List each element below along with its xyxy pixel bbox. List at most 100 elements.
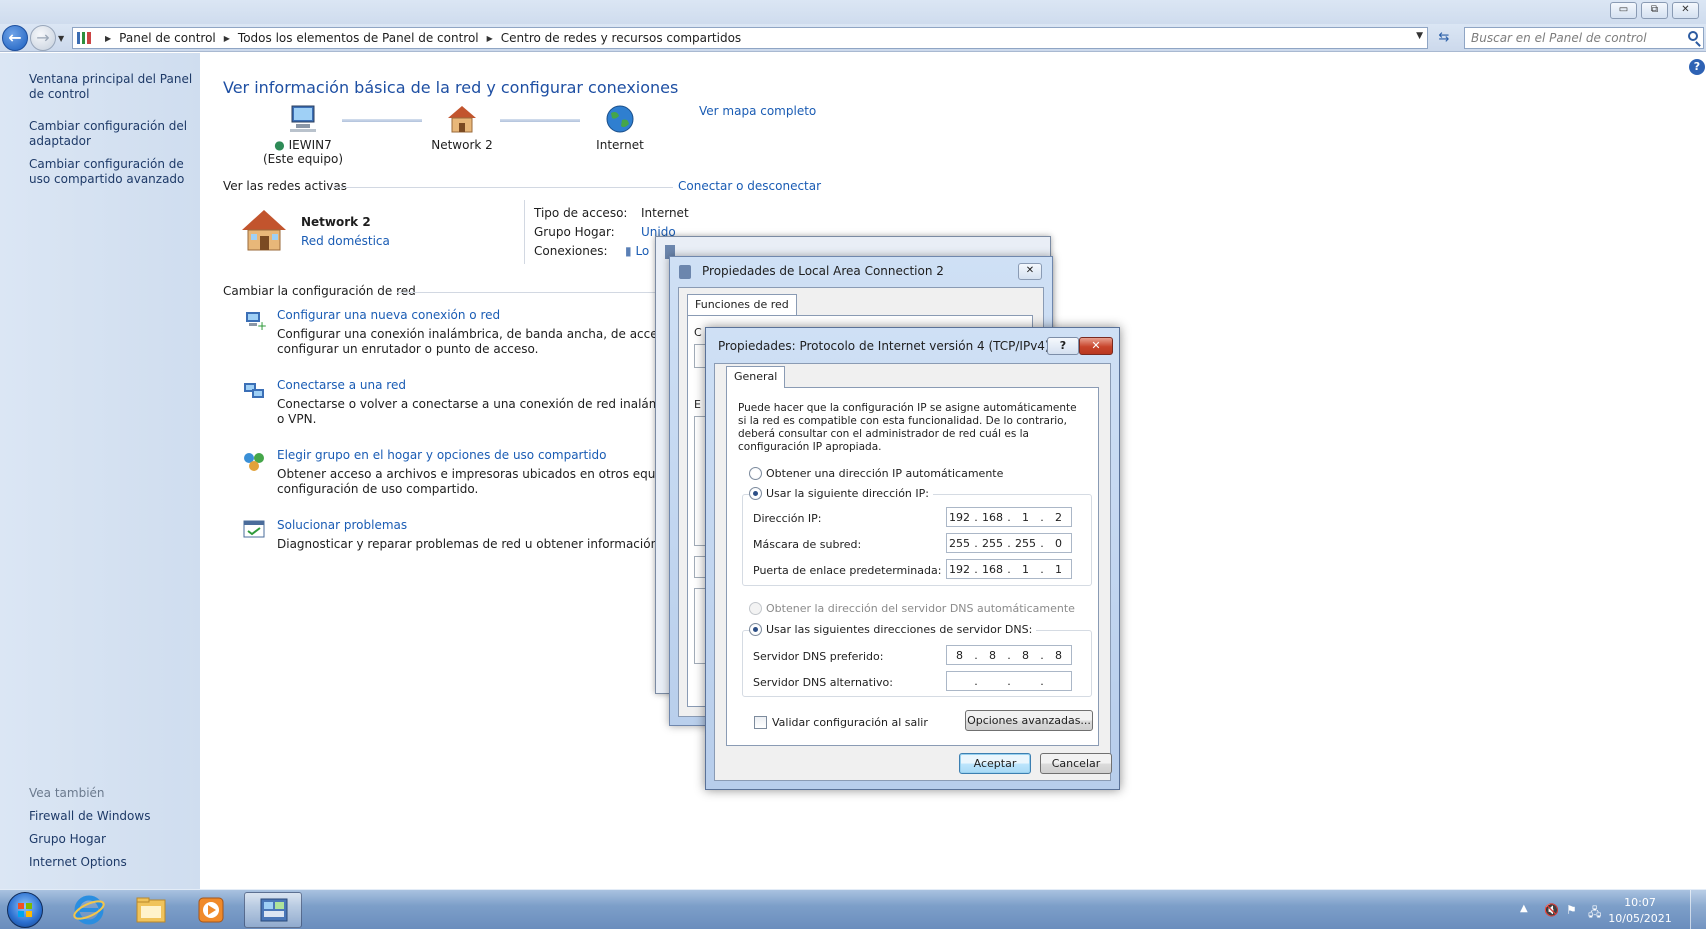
- dns-alternate-label: Servidor DNS alternativo:: [753, 676, 893, 689]
- recent-pages-icon[interactable]: ▼: [58, 34, 64, 43]
- breadcrumb-arrow-icon[interactable]: ▶: [224, 34, 230, 43]
- forward-button[interactable]: →: [30, 25, 56, 51]
- close-button[interactable]: ✕: [1672, 2, 1699, 19]
- ip-octet[interactable]: 1: [1013, 563, 1038, 576]
- task-troubleshoot-link[interactable]: Solucionar problemas: [277, 518, 712, 532]
- cancel-button[interactable]: Cancelar: [1040, 753, 1112, 774]
- media-player-icon: [198, 897, 224, 923]
- ip-octet[interactable]: 168: [980, 563, 1005, 576]
- validate-checkbox[interactable]: [754, 716, 767, 729]
- taskbar-media-player[interactable]: [182, 892, 240, 928]
- radio-button[interactable]: [749, 467, 762, 480]
- see-also-internet-options[interactable]: Internet Options: [29, 855, 127, 869]
- ip-octet[interactable]: 168: [980, 511, 1005, 524]
- gateway-field[interactable]: 192. 168. 1. 1: [946, 559, 1072, 579]
- left-link-adapter-settings[interactable]: Cambiar configuración del adaptador: [29, 119, 194, 149]
- ip-octet[interactable]: 8: [1046, 649, 1071, 662]
- volume-muted-icon[interactable]: 🔇: [1544, 903, 1559, 917]
- ipv4-close-button[interactable]: ✕: [1079, 337, 1113, 355]
- breadcrumb-control-panel[interactable]: Panel de control: [119, 31, 216, 45]
- ip-octet[interactable]: 192: [947, 563, 972, 576]
- task-new-connection-link[interactable]: Configurar una nueva conexión o red: [277, 308, 709, 322]
- radio-dns-manual[interactable]: Usar las siguientes direcciones de servi…: [749, 623, 1037, 636]
- ipv4-dialog-body: General Puede hacer que la configuración…: [714, 363, 1112, 781]
- radio-ip-auto-label: Obtener una dirección IP automáticamente: [766, 467, 1004, 480]
- address-bar[interactable]: ▶ Panel de control ▶ Todos los elementos…: [72, 27, 1428, 49]
- ok-button[interactable]: Aceptar: [959, 753, 1031, 774]
- tab-general[interactable]: General: [726, 366, 786, 388]
- start-button[interactable]: [7, 892, 43, 928]
- gateway-label: Puerta de enlace predeterminada:: [753, 564, 942, 577]
- ip-octet[interactable]: 255: [980, 537, 1005, 550]
- taskbar: ▲ 🔇 ⚑ 🖧 10:07 10/05/2021: [0, 889, 1706, 929]
- connection-properties-close-button[interactable]: ✕: [1018, 263, 1042, 280]
- task-homegroup-link[interactable]: Elegir grupo en el hogar y opciones de u…: [277, 448, 713, 462]
- radio-button-selected[interactable]: [749, 623, 762, 636]
- full-map-link[interactable]: Ver mapa completo: [699, 104, 816, 118]
- left-link-control-panel-home[interactable]: Ventana principal del Panel de control: [29, 72, 194, 102]
- map-node-computer[interactable]: ● IEWIN7 (Este equipo): [263, 104, 343, 166]
- ip-address-label: Dirección IP:: [753, 512, 822, 525]
- search-icon[interactable]: [1688, 31, 1698, 41]
- breadcrumb-network-center[interactable]: Centro de redes y recursos compartidos: [501, 31, 741, 45]
- ip-octet[interactable]: 2: [1046, 511, 1071, 524]
- show-desktop-button[interactable]: [1690, 890, 1706, 929]
- task-connect-network-link[interactable]: Conectarse a una red: [277, 378, 720, 392]
- task-connect-network: Conectarse a una red Conectarse o volver…: [277, 378, 720, 427]
- taskbar-explorer[interactable]: [122, 892, 180, 928]
- connection-link[interactable]: ▮ Lo: [625, 244, 649, 258]
- search-input[interactable]: Buscar en el Panel de control: [1464, 27, 1704, 49]
- advanced-button[interactable]: Opciones avanzadas...: [965, 710, 1093, 731]
- network-tray-icon[interactable]: 🖧: [1588, 903, 1601, 924]
- ip-octet[interactable]: 255: [1013, 537, 1038, 550]
- subnet-mask-field[interactable]: 255. 255. 255. 0: [946, 533, 1072, 553]
- ipv4-properties-dialog[interactable]: Propiedades: Protocolo de Internet versi…: [705, 327, 1120, 790]
- see-also-firewall[interactable]: Firewall de Windows: [29, 809, 150, 823]
- breadcrumb-arrow-icon[interactable]: ▶: [105, 34, 111, 43]
- see-also-homegroup[interactable]: Grupo Hogar: [29, 832, 106, 846]
- breadcrumb-all-items[interactable]: Todos los elementos de Panel de control: [238, 31, 479, 45]
- ip-octet[interactable]: 8: [1013, 649, 1038, 662]
- homegroup-label: Grupo Hogar:: [534, 225, 615, 239]
- action-center-icon[interactable]: ⚑: [1566, 903, 1577, 917]
- back-button[interactable]: ←: [2, 25, 28, 51]
- ipv4-help-button[interactable]: ?: [1047, 337, 1079, 355]
- ip-address-field[interactable]: 192. 168. 1. 2: [946, 507, 1072, 527]
- refresh-icon[interactable]: ⇆: [1432, 27, 1456, 49]
- left-link-advanced-sharing[interactable]: Cambiar configuración de uso compartido …: [29, 157, 194, 187]
- map-node-internet[interactable]: Internet: [580, 104, 660, 152]
- taskbar-control-panel[interactable]: [244, 892, 302, 928]
- ip-octet[interactable]: 0: [1046, 537, 1071, 550]
- ip-octet[interactable]: 255: [947, 537, 972, 550]
- dns-preferred-label: Servidor DNS preferido:: [753, 650, 884, 663]
- address-dropdown-icon[interactable]: ▼: [1416, 31, 1423, 41]
- breadcrumb-arrow-icon[interactable]: ▶: [487, 34, 493, 43]
- window-titlebar: ▭ ⧉ ✕: [0, 0, 1706, 24]
- help-icon[interactable]: ?: [1689, 59, 1705, 75]
- radio-dns-auto[interactable]: Obtener la dirección del servidor DNS au…: [749, 602, 1075, 615]
- radio-button-selected[interactable]: [749, 487, 762, 500]
- radio-button-disabled[interactable]: [749, 602, 762, 615]
- dns-alternate-field[interactable]: . . .: [946, 671, 1072, 691]
- section-divider: [333, 187, 673, 188]
- taskbar-clock[interactable]: 10:07 10/05/2021: [1605, 895, 1675, 927]
- restore-button[interactable]: ⧉: [1641, 2, 1668, 19]
- tab-networking[interactable]: Funciones de red: [687, 294, 797, 316]
- network-type-link[interactable]: Red doméstica: [301, 234, 390, 248]
- minimize-button[interactable]: ▭: [1610, 2, 1637, 19]
- taskbar-internet-explorer[interactable]: [60, 892, 118, 928]
- radio-ip-manual[interactable]: Usar la siguiente dirección IP:: [749, 487, 933, 500]
- map-node-network[interactable]: Network 2: [422, 104, 502, 152]
- radio-ip-auto[interactable]: Obtener una dirección IP automáticamente: [749, 467, 1003, 480]
- ip-octet[interactable]: 1: [1046, 563, 1071, 576]
- connect-disconnect-link[interactable]: Conectar o desconectar: [678, 179, 821, 193]
- radio-ip-manual-label: Usar la siguiente dirección IP:: [766, 487, 929, 500]
- validate-on-exit[interactable]: Validar configuración al salir: [754, 716, 928, 729]
- ip-octet[interactable]: 192: [947, 511, 972, 524]
- ip-octet[interactable]: 8: [947, 649, 972, 662]
- show-hidden-icons[interactable]: ▲: [1520, 903, 1528, 914]
- ip-octet[interactable]: 8: [980, 649, 1005, 662]
- dns-preferred-field[interactable]: 8. 8. 8. 8: [946, 645, 1072, 665]
- access-type-label: Tipo de acceso:: [534, 206, 628, 220]
- ip-octet[interactable]: 1: [1013, 511, 1038, 524]
